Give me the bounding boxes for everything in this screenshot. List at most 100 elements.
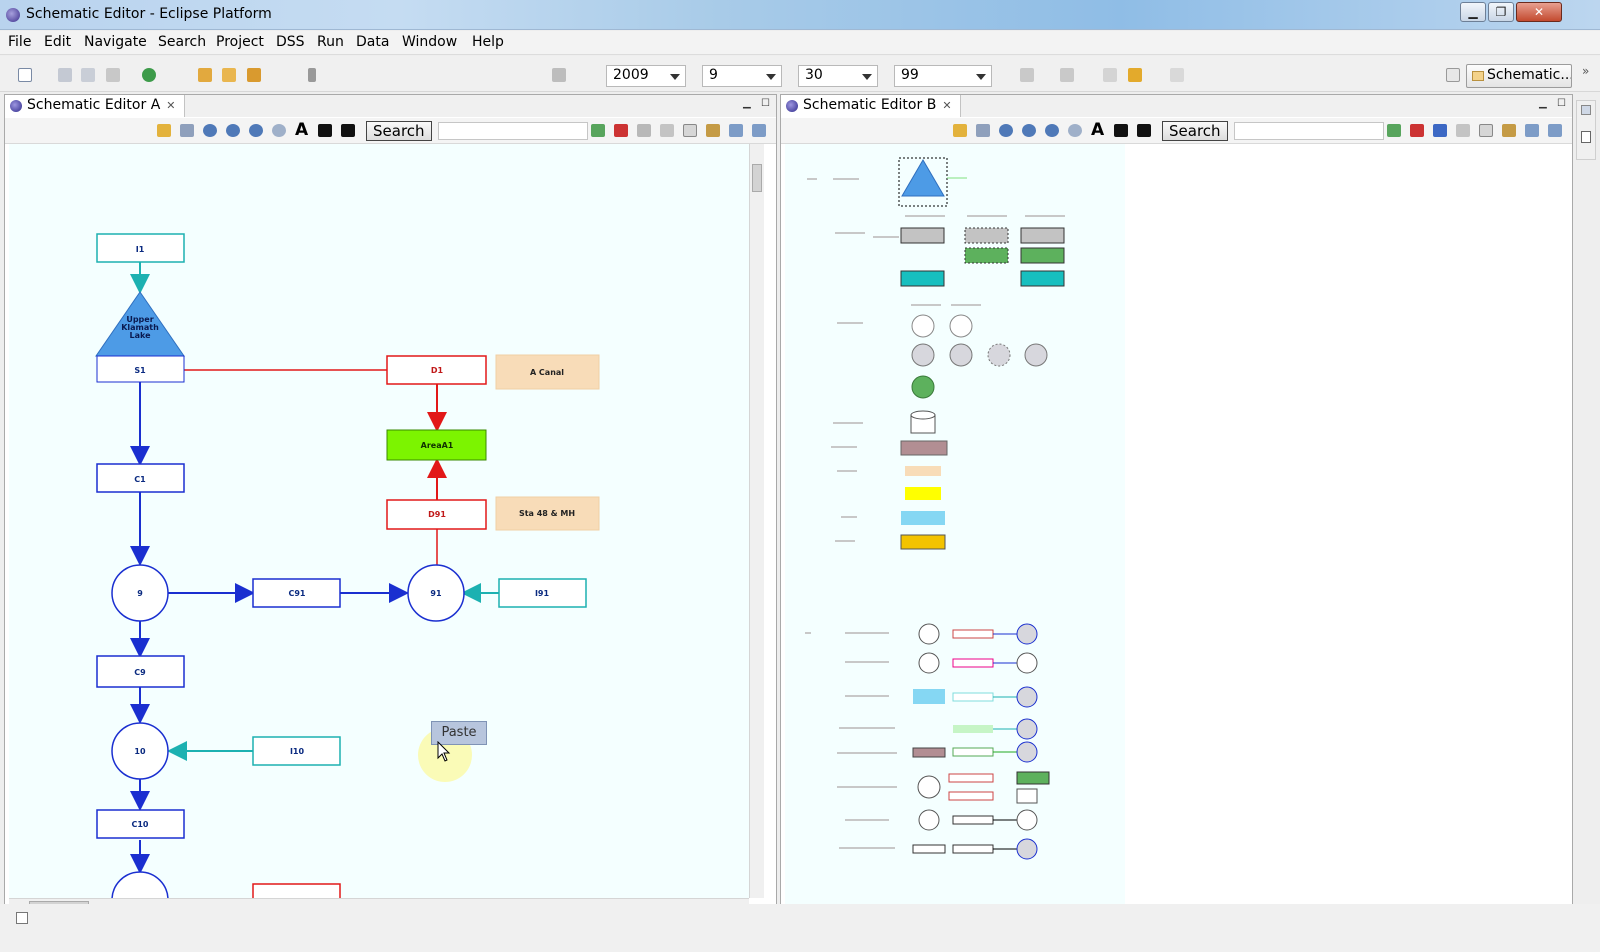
- last-edit-icon[interactable]: [1103, 68, 1117, 82]
- paste-icon[interactable]: [706, 124, 720, 137]
- legend-gray-node-1[interactable]: [900, 227, 945, 244]
- editor-a-vertical-scrollbar[interactable]: [749, 144, 764, 898]
- redo-icon[interactable]: [660, 124, 674, 137]
- next-annotation-icon[interactable]: [1020, 68, 1034, 82]
- open-perspective-icon[interactable]: [1446, 68, 1460, 82]
- editor-a-vertical-thumb[interactable]: [752, 164, 762, 192]
- delete-node-icon[interactable]: [1410, 124, 1424, 137]
- maximize-pane-icon[interactable]: ☐: [761, 98, 770, 109]
- minimize-pane-icon[interactable]: ▁: [743, 98, 751, 109]
- zoom-out-icon[interactable]: [226, 124, 240, 137]
- perspective-button[interactable]: Schematic...: [1466, 64, 1572, 88]
- save-diagram-icon[interactable]: [180, 124, 194, 137]
- year-combo[interactable]: 2009: [606, 65, 686, 87]
- add-node-icon[interactable]: [1387, 124, 1401, 137]
- font-icon[interactable]: A: [1091, 120, 1104, 140]
- legend-circle-1[interactable]: [911, 314, 935, 338]
- close-tab-icon[interactable]: ✕: [942, 99, 951, 112]
- print-icon[interactable]: [106, 68, 120, 82]
- legend-reservoir-shape[interactable]: [901, 159, 945, 197]
- import-icon[interactable]: [157, 124, 171, 137]
- tab-schematic-editor-a[interactable]: Schematic Editor A ✕: [5, 95, 185, 117]
- legend-peach-box[interactable]: [905, 466, 941, 476]
- maximize-window-button[interactable]: ❐: [1488, 2, 1514, 22]
- editor-a-canvas[interactable]: I1 Upper Klamath Lake S1 C1 9 C91 91 I91…: [9, 144, 749, 898]
- slider-handle-icon[interactable]: [552, 68, 566, 82]
- legend-circle-6[interactable]: [1024, 343, 1048, 367]
- search-tool-icon[interactable]: [247, 68, 261, 82]
- layout-icon[interactable]: [1548, 124, 1562, 137]
- minimize-window-button[interactable]: ▁: [1460, 2, 1486, 22]
- close-tab-icon[interactable]: ✕: [166, 99, 175, 112]
- menu-run[interactable]: Run: [317, 34, 344, 50]
- paste-icon[interactable]: [1502, 124, 1516, 137]
- zoom-fit-icon[interactable]: [1045, 124, 1059, 137]
- close-window-button[interactable]: ✕: [1516, 2, 1562, 22]
- export-icon[interactable]: [729, 124, 743, 137]
- legend-orange-box[interactable]: [900, 534, 946, 550]
- font-icon[interactable]: A: [295, 120, 308, 140]
- undo-icon[interactable]: [637, 124, 651, 137]
- export-icon[interactable]: [1525, 124, 1539, 137]
- zoom-in-icon[interactable]: [999, 124, 1013, 137]
- zoom-out-icon[interactable]: [1022, 124, 1036, 137]
- next-icon[interactable]: [1137, 124, 1151, 137]
- search-input[interactable]: [438, 122, 588, 140]
- menu-window[interactable]: Window: [402, 34, 457, 50]
- legend-green-circle[interactable]: [911, 375, 935, 399]
- legend-yellow-box[interactable]: [905, 487, 941, 500]
- menu-file[interactable]: File: [8, 34, 31, 50]
- legend-circle-5[interactable]: [987, 343, 1011, 367]
- legend-teal-node-2[interactable]: [1020, 270, 1065, 287]
- tab-schematic-editor-b[interactable]: Schematic Editor B ✕: [781, 95, 961, 117]
- menu-edit[interactable]: Edit: [44, 34, 71, 50]
- overflow-chevron-icon[interactable]: »: [1582, 64, 1589, 78]
- legend-mauve-box[interactable]: [900, 440, 948, 456]
- zoom-fit-icon[interactable]: [249, 124, 263, 137]
- layout-icon[interactable]: [752, 124, 766, 137]
- prev-annotation-icon[interactable]: [1060, 68, 1074, 82]
- node-partial-bottom[interactable]: [111, 871, 169, 898]
- menu-navigate[interactable]: Navigate: [84, 34, 147, 50]
- month-combo[interactable]: 9: [702, 65, 782, 87]
- next-icon[interactable]: [341, 124, 355, 137]
- value-combo[interactable]: 99: [894, 65, 992, 87]
- zoom-in-icon[interactable]: [203, 124, 217, 137]
- import-icon[interactable]: [953, 124, 967, 137]
- restore-icon[interactable]: [1581, 105, 1591, 115]
- copy-icon[interactable]: [1479, 124, 1493, 137]
- minimize-pane-icon[interactable]: ▁: [1539, 98, 1547, 109]
- legend-gray-node-3[interactable]: [1020, 227, 1065, 244]
- maximize-pane-icon[interactable]: ☐: [1557, 98, 1566, 109]
- fast-view-icon[interactable]: [16, 912, 28, 924]
- previous-icon[interactable]: [1114, 124, 1128, 137]
- add-node-icon[interactable]: [591, 124, 605, 137]
- legend-gray-node-2[interactable]: [964, 227, 1009, 244]
- editor-b-canvas[interactable]: [785, 144, 1125, 905]
- legend-teal-node-1[interactable]: [900, 270, 945, 287]
- search-button[interactable]: Search: [1162, 121, 1228, 141]
- run-icon[interactable]: [142, 68, 156, 82]
- new-file-icon[interactable]: [18, 68, 32, 82]
- back-icon[interactable]: [1128, 68, 1142, 82]
- menu-search[interactable]: Search: [158, 34, 206, 50]
- open-type-icon[interactable]: [198, 68, 212, 82]
- menu-help[interactable]: Help: [472, 34, 504, 50]
- search-button[interactable]: Search: [366, 121, 432, 141]
- forward-icon[interactable]: [1170, 68, 1184, 82]
- legend-green-node-1[interactable]: [964, 247, 1009, 264]
- magnifier-icon[interactable]: [1068, 124, 1082, 137]
- save-all-icon[interactable]: [81, 68, 95, 82]
- save-diagram-icon[interactable]: [976, 124, 990, 137]
- scroll-left-icon[interactable]: [308, 68, 316, 82]
- copy-icon[interactable]: [683, 124, 697, 137]
- redo-icon[interactable]: [1456, 124, 1470, 137]
- delete-node-icon[interactable]: [614, 124, 628, 137]
- menu-data[interactable]: Data: [356, 34, 389, 50]
- menu-project[interactable]: Project: [216, 34, 264, 50]
- legend-circle-4[interactable]: [949, 343, 973, 367]
- day-combo[interactable]: 30: [798, 65, 878, 87]
- previous-icon[interactable]: [318, 124, 332, 137]
- node-partial-bottom-red[interactable]: [252, 883, 341, 898]
- search-input[interactable]: [1234, 122, 1384, 140]
